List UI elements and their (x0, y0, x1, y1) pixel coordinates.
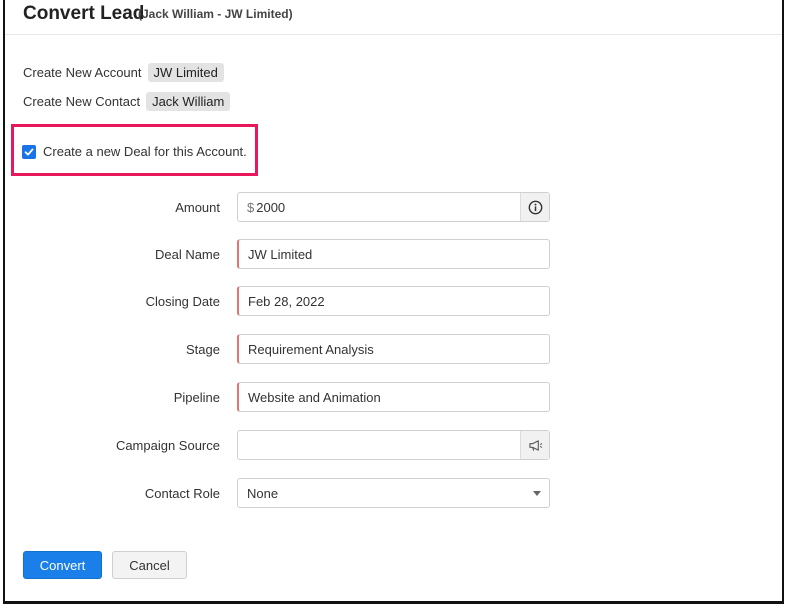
campaign-source-input[interactable] (237, 430, 550, 460)
pipeline-value: Website and Animation (248, 389, 381, 405)
contact-role-value: None (247, 485, 279, 501)
contact-role-label: Contact Role (144, 486, 220, 501)
deal-name-input[interactable]: JW Limited (237, 239, 550, 269)
deal-name-value: JW Limited (248, 246, 313, 262)
convert-button[interactable]: Convert (23, 551, 102, 579)
new-contact-row: Create New Contact Jack William (23, 91, 231, 111)
contact-role-select[interactable]: None (237, 478, 550, 508)
new-contact-label: Create New Contact (23, 93, 141, 109)
deal-name-row: Deal Name JW Limited (5, 239, 782, 271)
convert-lead-dialog: Convert Lead (Jack William - JW Limited)… (3, 0, 784, 604)
deal-name-label: Deal Name (154, 247, 220, 262)
campaign-lookup-button[interactable] (520, 431, 549, 459)
campaign-source-row: Campaign Source (5, 430, 782, 462)
cancel-button[interactable]: Cancel (112, 551, 187, 579)
amount-value: 2000 (256, 199, 286, 215)
pipeline-label: Pipeline (173, 390, 220, 405)
amount-label: Amount (175, 200, 220, 215)
pipeline-row: Pipeline Website and Animation (5, 382, 782, 414)
create-deal-option[interactable]: Create a new Deal for this Account. (22, 144, 247, 159)
chevron-down-icon (533, 491, 541, 496)
amount-info-button[interactable] (520, 193, 549, 221)
currency-symbol: $ (247, 199, 255, 215)
campaign-source-label: Campaign Source (115, 438, 220, 453)
checkmark-icon (24, 148, 34, 155)
new-account-row: Create New Account JW Limited (23, 62, 224, 82)
closing-date-row: Closing Date Feb 28, 2022 (5, 286, 782, 318)
stage-value: Requirement Analysis (248, 341, 374, 357)
contact-role-row: Contact Role None (5, 478, 782, 510)
page-title: Convert Lead (23, 3, 145, 24)
closing-date-input[interactable]: Feb 28, 2022 (237, 286, 550, 316)
create-deal-checkbox[interactable] (22, 144, 36, 159)
closing-date-value: Feb 28, 2022 (248, 293, 325, 309)
stage-row: Stage Requirement Analysis (5, 334, 782, 366)
megaphone-icon (528, 439, 542, 451)
pipeline-input[interactable]: Website and Animation (237, 382, 550, 412)
stage-input[interactable]: Requirement Analysis (237, 334, 550, 364)
create-deal-label: Create a new Deal for this Account. (43, 144, 247, 159)
closing-date-label: Closing Date (145, 294, 220, 309)
account-badge: JW Limited (147, 62, 224, 82)
dialog-header: Convert Lead (Jack William - JW Limited) (5, 0, 782, 35)
amount-input[interactable]: $ 2000 (237, 192, 550, 222)
stage-label: Stage (186, 342, 220, 357)
info-icon (528, 200, 542, 214)
amount-row: Amount $ 2000 (5, 192, 782, 224)
contact-badge: Jack William (146, 91, 231, 111)
new-account-label: Create New Account (23, 64, 142, 80)
lead-subtitle: (Jack William - JW Limited) (138, 7, 293, 21)
